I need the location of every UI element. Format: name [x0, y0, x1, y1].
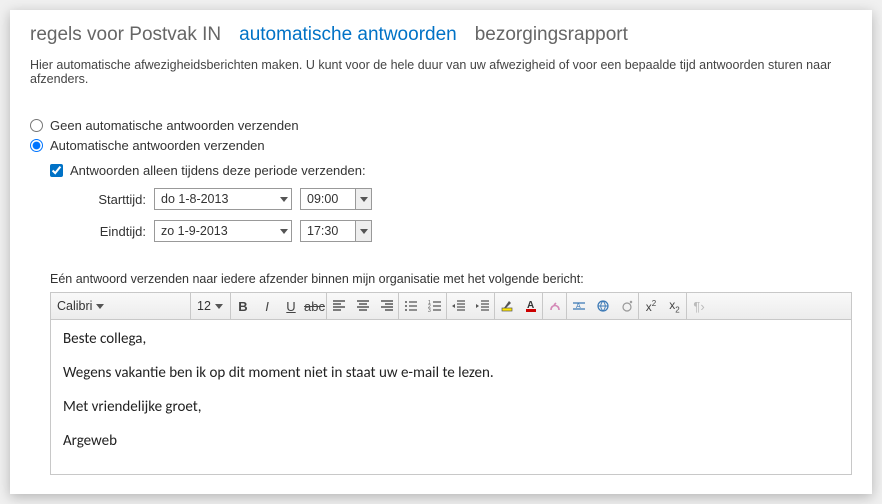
settings-panel: regels voor Postvak IN automatische antw… [10, 10, 872, 494]
message-line: Met vriendelijke groet, [63, 398, 839, 416]
radio-send-auto-reply[interactable]: Automatische antwoorden verzenden [30, 138, 852, 153]
bold-button[interactable]: B [231, 293, 255, 319]
svg-text:A: A [576, 303, 581, 310]
start-label: Starttijd: [78, 192, 146, 207]
start-time-value: 09:00 [301, 192, 355, 206]
unlink-button[interactable] [615, 293, 639, 319]
message-line: Wegens vakantie ben ik op dit moment nie… [63, 364, 839, 382]
end-time-combo[interactable]: 17:30 [300, 220, 372, 242]
svg-text:3: 3 [428, 308, 431, 313]
end-time-value: 17:30 [301, 224, 355, 238]
end-label: Eindtijd: [78, 224, 146, 239]
radio-no-auto-reply-label: Geen automatische antwoorden verzenden [50, 118, 299, 133]
message-line: Argeweb [63, 432, 839, 450]
chevron-down-icon [275, 221, 291, 241]
font-size-select[interactable]: 12 [191, 293, 231, 319]
indent-button[interactable] [471, 293, 495, 319]
italic-button[interactable]: I [255, 293, 279, 319]
rule-button[interactable]: A [567, 293, 591, 319]
message-line: Beste collega, [63, 330, 839, 348]
highlight-button[interactable] [495, 293, 519, 319]
subscript-button[interactable]: x2 [663, 293, 687, 319]
message-editor[interactable]: Beste collega, Wegens vakantie ben ik op… [50, 320, 852, 475]
start-time-row: Starttijd: do 1-8-2013 09:00 [78, 188, 852, 210]
checkbox-period-input[interactable] [50, 164, 63, 177]
tab-delivery-report[interactable]: bezorgingsrapport [475, 24, 628, 46]
end-date-value: zo 1-9-2013 [155, 224, 275, 238]
editor-toolbar: Calibri 12 B I U abc 123 A A x2 x2 ¶› [50, 292, 852, 320]
ltr-button[interactable]: ¶› [687, 293, 711, 319]
align-center-button[interactable] [351, 293, 375, 319]
start-date-combo[interactable]: do 1-8-2013 [154, 188, 292, 210]
intro-text: Hier automatische afwezigheidsberichten … [30, 58, 852, 86]
end-time-row: Eindtijd: zo 1-9-2013 17:30 [78, 220, 852, 242]
underline-button[interactable]: U [279, 293, 303, 319]
start-date-value: do 1-8-2013 [155, 192, 275, 206]
radio-no-auto-reply-input[interactable] [30, 119, 43, 132]
radio-send-auto-reply-input[interactable] [30, 139, 43, 152]
end-date-combo[interactable]: zo 1-9-2013 [154, 220, 292, 242]
font-select[interactable]: Calibri [51, 293, 191, 319]
radio-no-auto-reply[interactable]: Geen automatische antwoorden verzenden [30, 118, 852, 133]
font-select-value: Calibri [57, 299, 92, 313]
chevron-down-icon [355, 221, 371, 241]
checkbox-period-label: Antwoorden alleen tijdens deze periode v… [70, 163, 366, 178]
bullet-list-button[interactable] [399, 293, 423, 319]
strikethrough-button[interactable]: abc [303, 293, 327, 319]
chevron-down-icon [275, 189, 291, 209]
tabs: regels voor Postvak IN automatische antw… [30, 24, 852, 46]
outdent-button[interactable] [447, 293, 471, 319]
clear-format-button[interactable] [543, 293, 567, 319]
align-right-button[interactable] [375, 293, 399, 319]
tab-inbox-rules[interactable]: regels voor Postvak IN [30, 24, 221, 46]
superscript-button[interactable]: x2 [639, 293, 663, 319]
font-color-button[interactable]: A [519, 293, 543, 319]
tab-automatic-replies[interactable]: automatische antwoorden [239, 24, 457, 46]
start-time-combo[interactable]: 09:00 [300, 188, 372, 210]
chevron-down-icon [355, 189, 371, 209]
checkbox-period[interactable]: Antwoorden alleen tijdens deze periode v… [50, 163, 852, 178]
radio-send-auto-reply-label: Automatische antwoorden verzenden [50, 138, 265, 153]
align-left-button[interactable] [327, 293, 351, 319]
font-size-value: 12 [197, 299, 211, 313]
link-button[interactable] [591, 293, 615, 319]
number-list-button[interactable]: 123 [423, 293, 447, 319]
internal-reply-label: Eén antwoord verzenden naar iedere afzen… [50, 272, 852, 286]
